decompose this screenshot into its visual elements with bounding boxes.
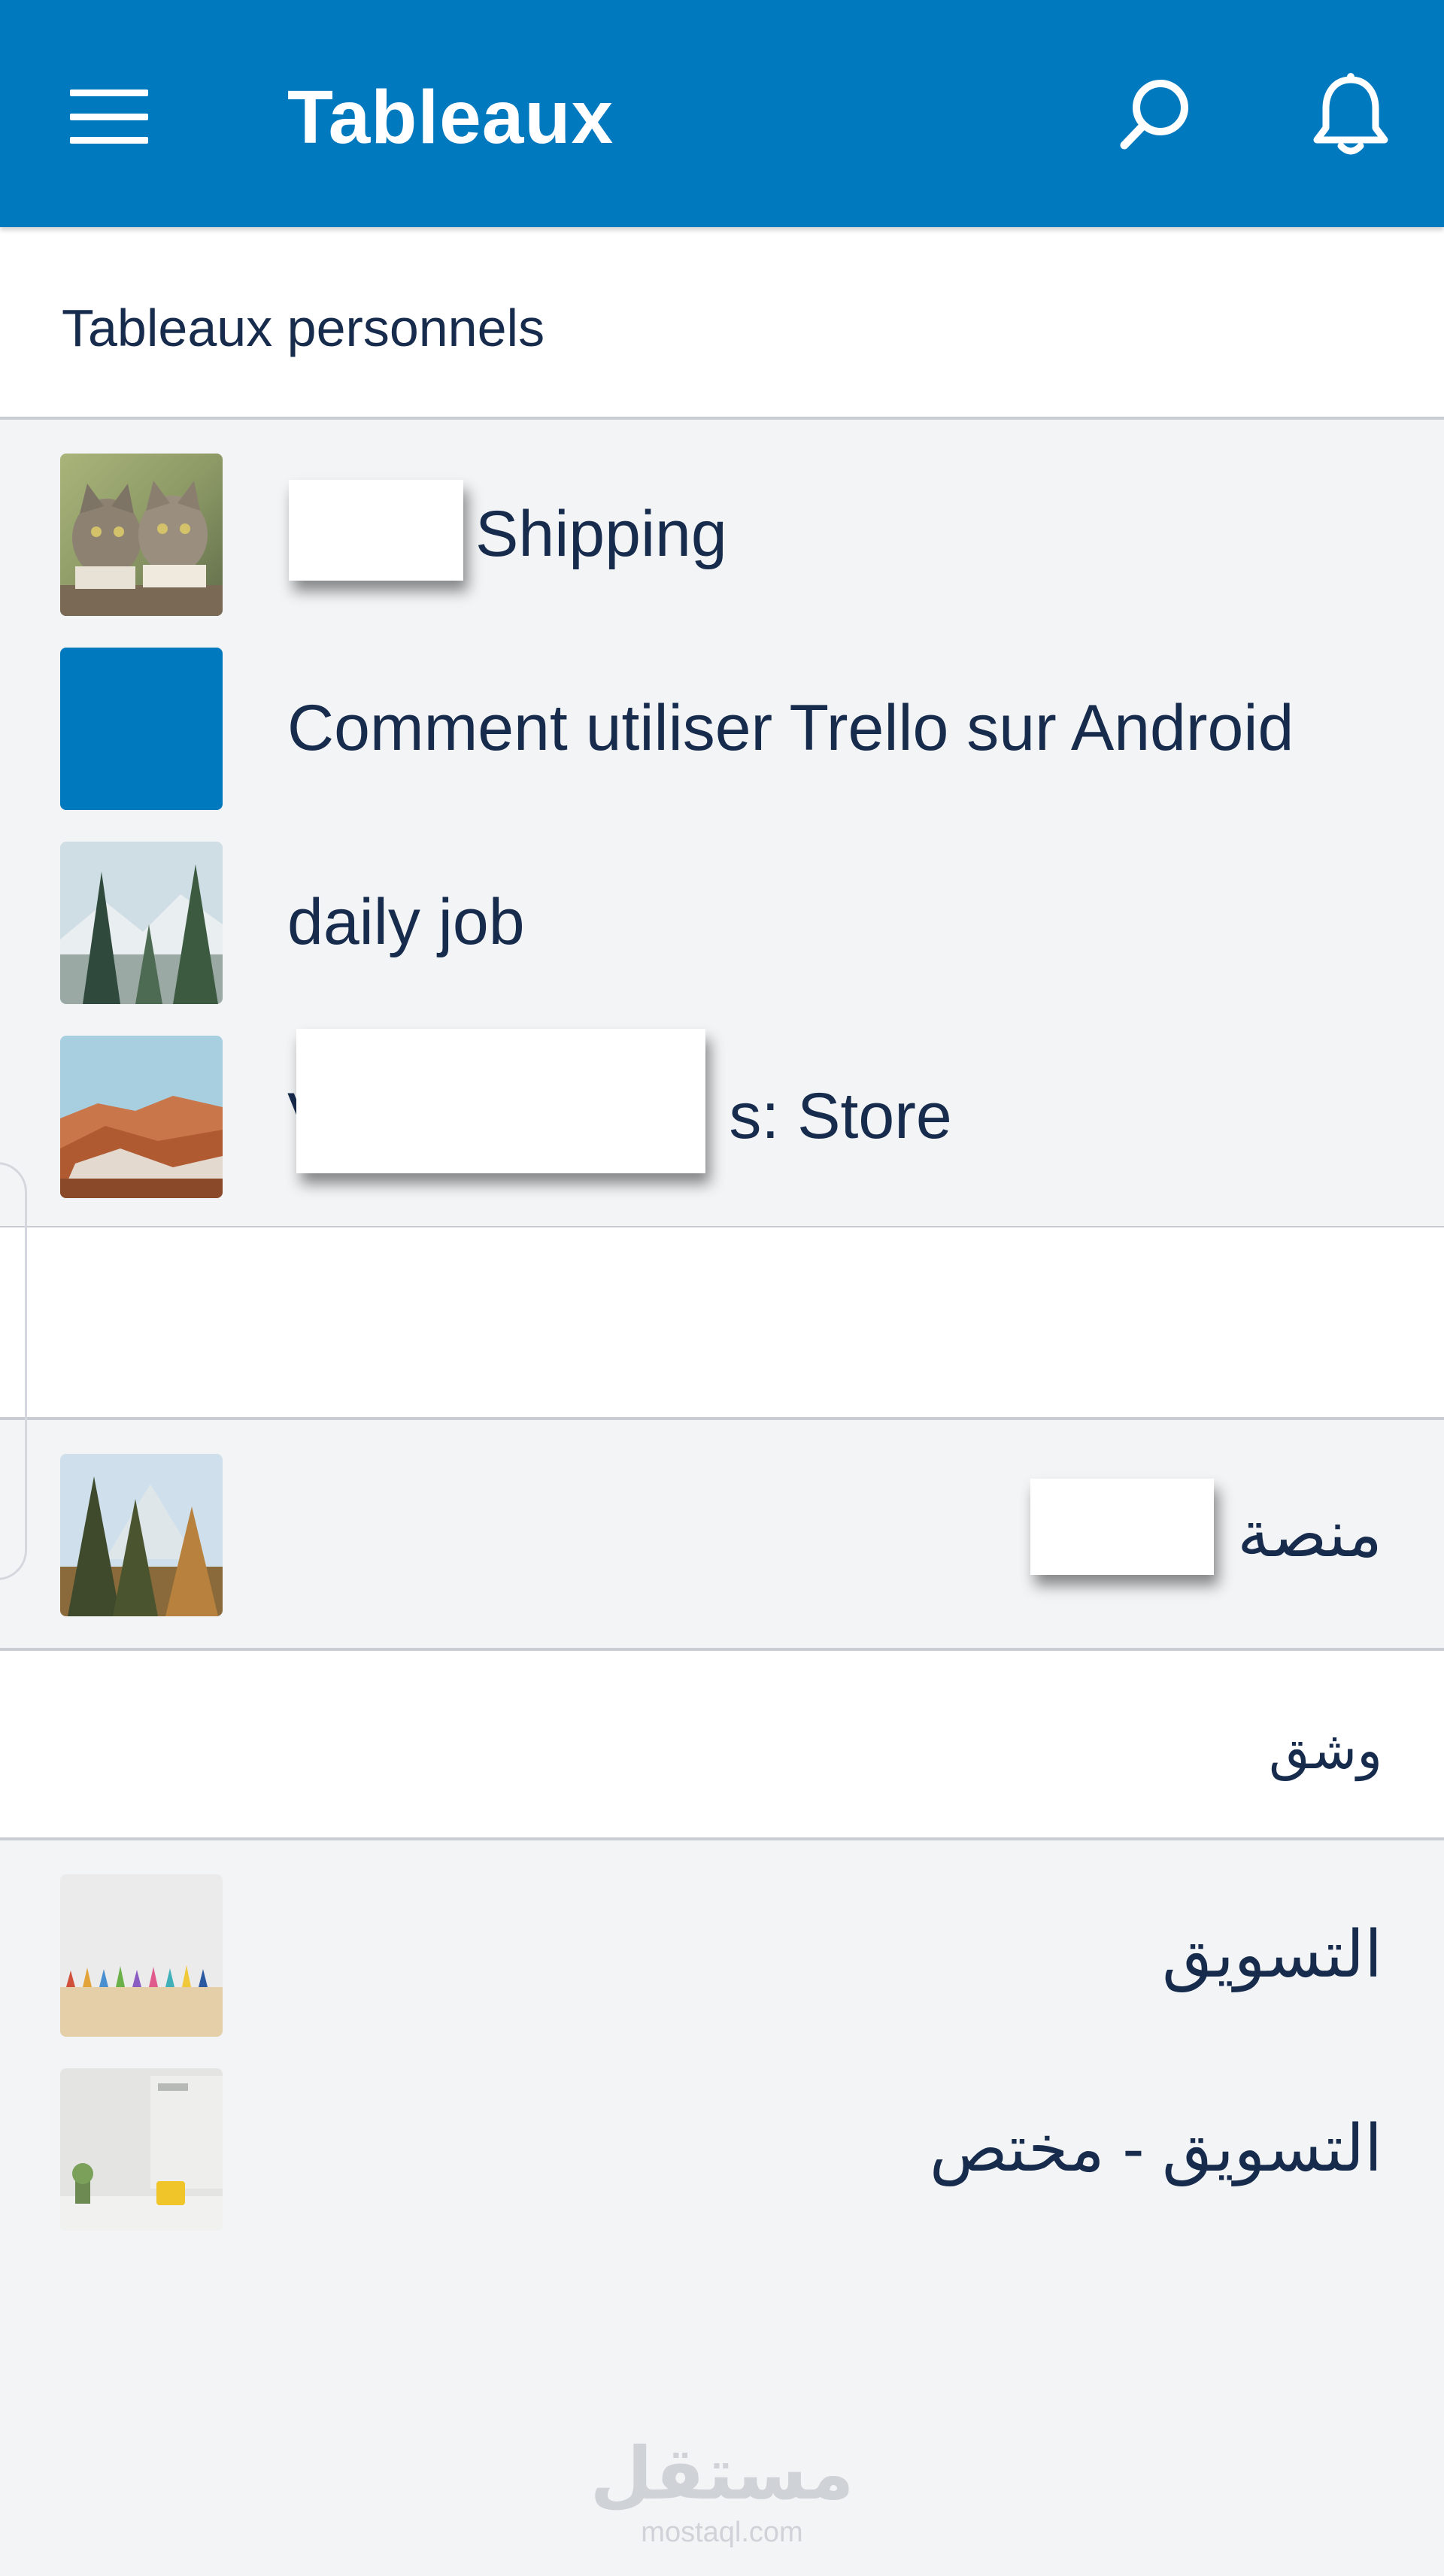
- watermark-logo: مستقل: [590, 2434, 854, 2514]
- board-item[interactable]: التسويق: [0, 1842, 1444, 2037]
- hamburger-menu-button[interactable]: [45, 68, 173, 165]
- board-thumbnail: [60, 1036, 223, 1198]
- board-thumbnail: [60, 842, 223, 1004]
- board-thumbnail: [60, 1454, 223, 1616]
- board-item[interactable]: منصة ك: [0, 1422, 1444, 1616]
- redaction-patch: [289, 480, 463, 581]
- board-title: التسويق: [1162, 1919, 1382, 1991]
- redaction-patch: [1030, 1479, 1214, 1575]
- watermark-url: mostaql.com: [641, 2517, 803, 2548]
- section-label: Tableaux personnels: [62, 299, 545, 357]
- board-thumbnail: [60, 454, 223, 616]
- notifications-button[interactable]: [1298, 62, 1403, 167]
- board-thumbnail: [60, 1874, 223, 2037]
- hamburger-menu-icon: [70, 90, 148, 144]
- section-header-workspace: [0, 1227, 1444, 1420]
- bell-icon: [1313, 73, 1388, 155]
- watermark: مستقل mostaql.com: [0, 2433, 1444, 2549]
- offscreen-panel-edge: [0, 1162, 27, 1580]
- search-button[interactable]: [1103, 62, 1208, 167]
- section-header-personal: Tableaux personnels: [0, 227, 1444, 420]
- redaction-patch: [296, 1029, 705, 1173]
- board-title: daily job: [287, 886, 525, 958]
- board-item[interactable]: daily job: [0, 809, 1444, 1004]
- board-thumbnail: [60, 2068, 223, 2231]
- board-item[interactable]: Comment utiliser Trello sur Android: [0, 615, 1444, 810]
- board-thumbnail: [60, 648, 223, 810]
- app-bar: Tableaux: [0, 0, 1444, 227]
- board-title: التسويق - مختص: [929, 2113, 1382, 2185]
- board-item[interactable]: Shipping: [0, 421, 1444, 616]
- page-title: Tableaux: [287, 75, 614, 159]
- section-header-workspace: وشق: [0, 1648, 1444, 1840]
- board-item[interactable]: التسويق - مختص: [0, 2036, 1444, 2231]
- search-icon: [1120, 80, 1188, 150]
- board-item[interactable]: Vs: Store: [0, 1003, 1444, 1198]
- board-title: Comment utiliser Trello sur Android: [287, 692, 1294, 764]
- section-label: وشق: [1269, 1721, 1382, 1780]
